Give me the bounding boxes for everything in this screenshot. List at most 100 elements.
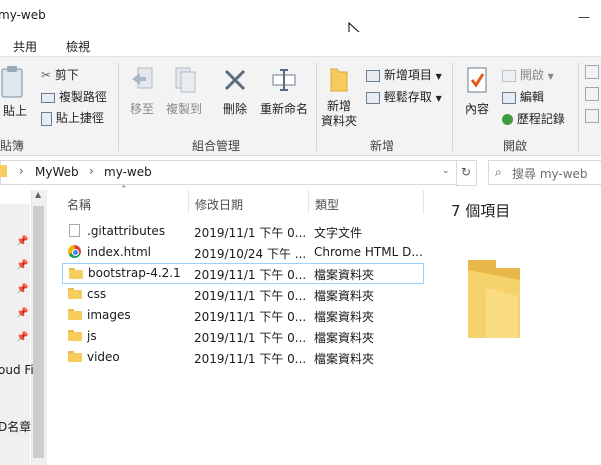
window-title: my-web [0, 8, 46, 22]
properties-label: 內容 [464, 102, 489, 116]
delete-x-icon [224, 69, 246, 91]
clipboard-icon [1, 66, 23, 98]
column-header-type[interactable]: 類型 [315, 196, 339, 222]
breadcrumb-myweb[interactable]: MyWeb [35, 165, 79, 179]
tab-share[interactable]: 共用 [13, 38, 37, 55]
edit-button[interactable]: 編輯 [502, 88, 544, 105]
move-to-icon [132, 67, 153, 89]
folder-icon [69, 268, 83, 279]
paste-shortcut-label: 貼上捷徑 [55, 111, 104, 125]
file-type: 檔案資料夾 [314, 310, 375, 324]
file-row[interactable]: images 2019/11/1 下午 0... 檔案資料夾 [62, 305, 424, 326]
file-date: 2019/11/1 下午 0... [194, 289, 307, 303]
file-row[interactable]: video 2019/11/1 下午 0... 檔案資料夾 [62, 347, 424, 368]
group-divider [452, 63, 453, 151]
file-row[interactable]: index.html 2019/10/24 下午 ... Chrome HTML… [62, 242, 424, 263]
file-date: 2019/11/1 下午 0... [194, 352, 307, 366]
edit-label: 編輯 [519, 90, 544, 104]
chevron-down-icon: ▼ [435, 72, 442, 81]
column-header-name[interactable]: 名稱 [67, 196, 91, 222]
paste-shortcut-button[interactable]: 貼上捷徑 [41, 109, 104, 126]
group-divider [578, 63, 579, 151]
paste-button[interactable]: 貼上 [0, 65, 30, 119]
rename-icon [272, 69, 296, 91]
column-divider[interactable] [188, 190, 189, 214]
file-type: 檔案資料夾 [314, 352, 375, 366]
refresh-button[interactable]: ↻ [456, 160, 477, 186]
new-group-label: 新增 [370, 139, 395, 153]
folder-icon [68, 309, 82, 320]
copy-to-button[interactable]: 複製到 [164, 65, 204, 117]
chevron-right-icon: › [89, 164, 94, 178]
cut-button[interactable]: ✂ 剪下 [41, 66, 79, 83]
clipboard-group-label: 貼簿 [0, 139, 25, 153]
file-type: 檔案資料夾 [314, 268, 375, 282]
file-name: images [87, 308, 131, 322]
copy-path-button[interactable]: 複製路徑 [41, 88, 107, 105]
new-item-button[interactable]: 新增項目 ▼ [366, 66, 442, 83]
column-divider[interactable] [423, 190, 424, 214]
easy-access-button[interactable]: 輕鬆存取 ▼ [366, 88, 442, 105]
nav-scroll-thumb[interactable] [33, 206, 44, 458]
scissors-icon: ✂ [41, 68, 52, 82]
move-to-button[interactable]: 移至 [126, 65, 158, 117]
refresh-icon: ↻ [461, 165, 472, 179]
new-item-icon [366, 69, 380, 82]
file-type: 檔案資料夾 [314, 289, 375, 303]
file-name: css [87, 287, 107, 301]
group-divider [118, 63, 119, 151]
text-file-icon [69, 224, 80, 237]
history-label: 歷程記錄 [516, 112, 565, 126]
search-input[interactable]: ⌕ 搜尋 my-web [488, 160, 601, 185]
chevron-down-icon[interactable]: ⌄ [442, 166, 450, 176]
properties-check-icon [467, 67, 487, 93]
properties-button[interactable]: 內容 [460, 65, 494, 117]
cut-label: 剪下 [54, 68, 79, 82]
minimize-button[interactable]: — [578, 10, 590, 24]
pin-icon: 📌 [16, 284, 29, 295]
new-folder-button[interactable]: 新增 資料夾 [320, 65, 358, 129]
file-type: 檔案資料夾 [314, 331, 375, 345]
file-row[interactable]: .gitattributes 2019/11/1 下午 0... 文字文件 [62, 221, 424, 242]
group-divider [316, 63, 317, 151]
copy-path-icon [41, 92, 55, 103]
file-date: 2019/11/1 下午 0... [194, 268, 307, 282]
delete-button[interactable]: 刪除 [218, 65, 252, 117]
column-header-date[interactable]: 修改日期 [195, 196, 243, 222]
address-bar[interactable]: › MyWeb › my-web ⌄ [0, 160, 457, 185]
file-row[interactable]: css 2019/11/1 下午 0... 檔案資料夾 [62, 284, 424, 305]
history-button[interactable]: 歷程記錄 [502, 110, 565, 127]
open-button[interactable]: 開啟 ▼ [502, 66, 554, 83]
file-type: Chrome HTML D... [314, 245, 422, 259]
chrome-html-icon [68, 245, 81, 258]
pin-icon: 📌 [16, 236, 29, 247]
nav-item-partial[interactable]: D名章 [0, 418, 31, 435]
file-name: js [87, 329, 97, 343]
file-name: video [87, 350, 120, 364]
file-type: 文字文件 [314, 226, 363, 240]
large-folder-icon [468, 260, 520, 338]
ribbon: 貼上 ✂ 剪下 複製路徑 貼上捷徑 貼簿 移至 複製到 刪除 重新命名 組合管理… [0, 56, 601, 156]
pin-icon: 📌 [16, 308, 29, 319]
file-date: 2019/10/24 下午 ... [194, 247, 307, 261]
title-bar: my-web — [0, 0, 601, 42]
copy-to-icon [175, 67, 196, 93]
tab-view[interactable]: 檢視 [66, 38, 90, 55]
file-date: 2019/11/1 下午 0... [194, 226, 307, 240]
rename-label: 重新命名 [259, 102, 308, 116]
nav-item-cloud[interactable]: oud Fi [0, 363, 34, 377]
scroll-up-icon[interactable]: ▲ [35, 190, 41, 199]
paste-label: 貼上 [2, 104, 27, 118]
breadcrumb-my-web[interactable]: my-web [104, 165, 152, 179]
item-count: 7 個項目 [451, 202, 511, 220]
select-group-icons[interactable] [585, 65, 601, 125]
search-placeholder: 搜尋 my-web [512, 167, 588, 181]
rename-button[interactable]: 重新命名 [256, 65, 312, 117]
easy-access-icon [366, 91, 380, 104]
organize-group-label: 組合管理 [192, 139, 241, 153]
new-folder-icon [330, 68, 348, 92]
file-row-selected[interactable]: bootstrap-4.2.1 2019/11/1 下午 0... 檔案資料夾 [62, 263, 424, 284]
column-divider[interactable] [308, 190, 309, 214]
file-row[interactable]: js 2019/11/1 下午 0... 檔案資料夾 [62, 326, 424, 347]
move-to-label: 移至 [129, 102, 154, 116]
